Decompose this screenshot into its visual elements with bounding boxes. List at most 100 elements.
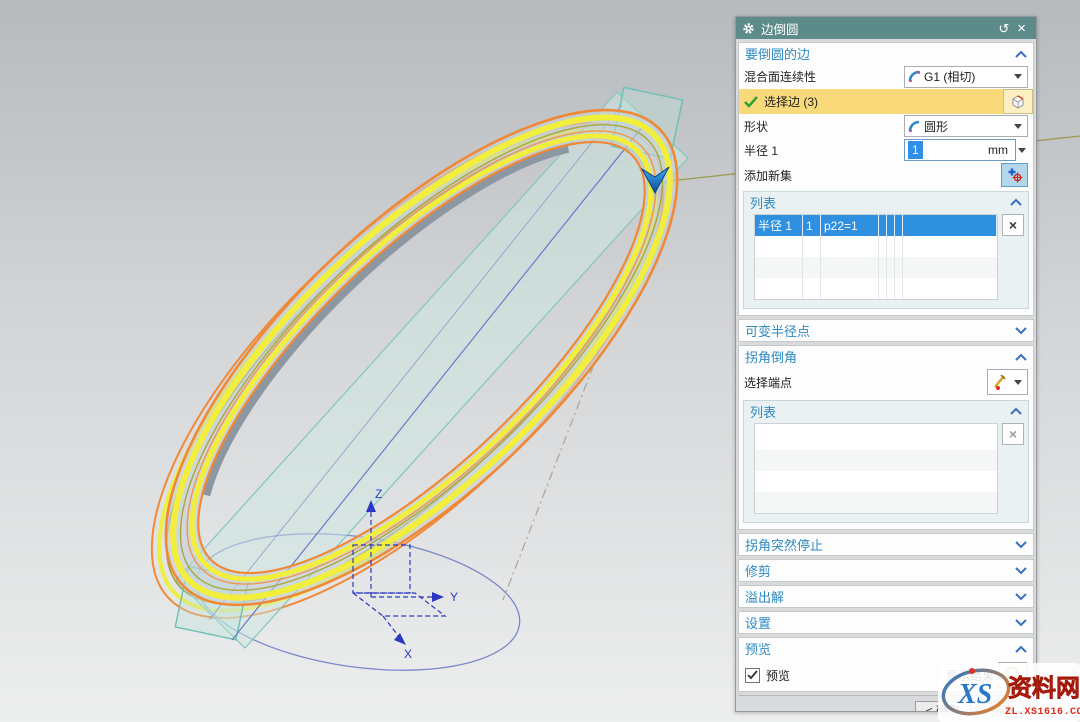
chevron-down-icon[interactable] xyxy=(1015,619,1027,627)
list-header[interactable]: 列表 xyxy=(744,192,1028,212)
watermark: XS 资料网 ZL.XS1616.COM xyxy=(938,663,1080,722)
list-row-empty[interactable] xyxy=(755,236,997,257)
continuity-row: 混合面连续性 G1 (相切) xyxy=(739,64,1033,89)
unit-dropdown-arrow-icon[interactable] xyxy=(1018,148,1026,153)
chevron-up-icon[interactable] xyxy=(1010,407,1022,415)
chamfer-list-table[interactable] xyxy=(754,423,998,514)
list-row-empty[interactable] xyxy=(755,492,997,513)
list-label: 列表 xyxy=(750,402,776,421)
list-row-empty[interactable] xyxy=(755,257,997,278)
point-select-icon xyxy=(991,373,1009,391)
chevron-up-icon[interactable] xyxy=(1010,198,1022,206)
shape-row: 形状 圆形 xyxy=(739,114,1033,138)
select-endpoint-row: 选择端点 xyxy=(739,367,1033,397)
dialog-title: 边倒圆 xyxy=(761,19,799,38)
cube-icon xyxy=(1009,93,1027,111)
fillet-icon xyxy=(908,70,921,83)
preview-checkbox-label: 预览 xyxy=(766,667,790,684)
shape-label: 形状 xyxy=(744,118,904,135)
dropdown-arrow-icon xyxy=(1014,74,1022,79)
remove-list-item-button-disabled: × xyxy=(1002,423,1024,445)
list-cell-expr: p22=1 xyxy=(821,215,879,236)
section-label: 溢出解 xyxy=(745,587,784,606)
preview-checkbox[interactable] xyxy=(745,668,760,683)
add-new-set-label: 添加新集 xyxy=(744,167,1001,184)
list-row-empty[interactable] xyxy=(755,424,997,450)
chevron-up-icon[interactable] xyxy=(1015,353,1027,361)
section-header-trim[interactable]: 修剪 xyxy=(739,560,1033,581)
chevron-up-icon[interactable] xyxy=(1015,645,1027,653)
section-settings: 设置 xyxy=(738,611,1034,634)
section-header-overflow[interactable]: 溢出解 xyxy=(739,586,1033,607)
select-edge-row[interactable]: 选择边 (3) xyxy=(739,89,1033,114)
y-axis-label: Y xyxy=(450,590,458,604)
application-window: Z Y X 边倒圆 ↺ × 要倒圆的边 xyxy=(0,0,1080,722)
close-button[interactable]: × xyxy=(1013,20,1030,37)
chevron-down-icon[interactable] xyxy=(1015,327,1027,335)
body-filter-button[interactable] xyxy=(1003,89,1033,114)
add-new-set-button[interactable] xyxy=(1001,163,1028,187)
section-header-settings[interactable]: 设置 xyxy=(739,612,1033,633)
section-corner-stop: 拐角突然停止 xyxy=(738,533,1034,556)
list-header[interactable]: 列表 xyxy=(744,401,1028,421)
section-variable-radius: 可变半径点 xyxy=(738,319,1034,342)
list-cell-name: 半径 1 xyxy=(755,215,803,236)
list-row-empty[interactable] xyxy=(755,278,997,299)
section-trim: 修剪 xyxy=(738,559,1034,582)
blend-list-group: 列表 半径 1 1 p22=1 xyxy=(743,191,1029,309)
select-endpoint-button[interactable] xyxy=(987,369,1028,395)
section-header-preview[interactable]: 预览 xyxy=(739,638,1033,659)
add-new-set-icon xyxy=(1007,167,1023,183)
section-header-edges[interactable]: 要倒圆的边 xyxy=(739,43,1033,64)
watermark-logo-text: XS xyxy=(957,679,992,710)
check-icon xyxy=(744,96,758,108)
chevron-down-icon[interactable] xyxy=(1015,593,1027,601)
list-label: 列表 xyxy=(750,193,776,212)
edge-blend-dialog: 边倒圆 ↺ × 要倒圆的边 混合面连续性 xyxy=(735,16,1037,712)
chamfer-list-group: 列表 × xyxy=(743,400,1029,523)
section-label: 修剪 xyxy=(745,561,771,580)
y-axis-arrow xyxy=(432,592,444,602)
remove-list-item-button[interactable]: × xyxy=(1002,214,1024,236)
section-label: 预览 xyxy=(745,639,771,658)
radius-input[interactable]: 1 mm xyxy=(904,139,1016,161)
gear-icon xyxy=(742,22,755,35)
blend-list-table[interactable]: 半径 1 1 p22=1 xyxy=(754,214,998,300)
select-endpoint-label: 选择端点 xyxy=(744,374,987,391)
section-label: 可变半径点 xyxy=(745,321,810,340)
x-axis-label: X xyxy=(404,647,412,661)
watermark-logo-dot xyxy=(969,668,975,674)
section-label: 拐角倒角 xyxy=(745,347,797,366)
radius-unit: mm xyxy=(988,143,1012,157)
radius-row: 半径 1 1 mm xyxy=(739,138,1033,162)
chevron-up-icon[interactable] xyxy=(1015,50,1027,58)
dropdown-arrow-icon xyxy=(1014,380,1022,385)
x-axis-arrow xyxy=(394,633,406,645)
reset-button[interactable]: ↺ xyxy=(994,21,1013,36)
circular-shape-icon xyxy=(908,120,921,133)
section-label: 设置 xyxy=(745,613,771,632)
shape-value: 圆形 xyxy=(924,118,1012,135)
section-header-corner-chamfer[interactable]: 拐角倒角 xyxy=(739,346,1033,367)
list-cell-value: 1 xyxy=(803,215,821,236)
section-label: 要倒圆的边 xyxy=(745,44,810,63)
list-row-empty[interactable] xyxy=(755,450,997,471)
select-edge-label: 选择边 (3) xyxy=(764,93,818,110)
chevron-down-icon[interactable] xyxy=(1015,541,1027,549)
radius-label: 半径 1 xyxy=(744,142,904,159)
dialog-title-bar[interactable]: 边倒圆 ↺ × xyxy=(736,17,1036,39)
list-row-empty[interactable] xyxy=(755,471,997,492)
dropdown-arrow-icon xyxy=(1014,124,1022,129)
section-header-variable-radius[interactable]: 可变半径点 xyxy=(739,320,1033,341)
checkbox-check-icon xyxy=(747,670,758,680)
section-corner-chamfer: 拐角倒角 选择端点 xyxy=(738,345,1034,530)
z-axis-label: Z xyxy=(375,487,382,501)
section-edges-to-blend: 要倒圆的边 混合面连续性 G1 (相切) xyxy=(738,42,1034,316)
continuity-label: 混合面连续性 xyxy=(744,68,904,85)
continuity-dropdown[interactable]: G1 (相切) xyxy=(904,66,1028,88)
shape-dropdown[interactable]: 圆形 xyxy=(904,115,1028,137)
add-new-set-row: 添加新集 xyxy=(739,162,1033,188)
section-header-corner-stop[interactable]: 拐角突然停止 xyxy=(739,534,1033,555)
list-row-selected[interactable]: 半径 1 1 p22=1 xyxy=(755,215,997,236)
chevron-down-icon[interactable] xyxy=(1015,567,1027,575)
